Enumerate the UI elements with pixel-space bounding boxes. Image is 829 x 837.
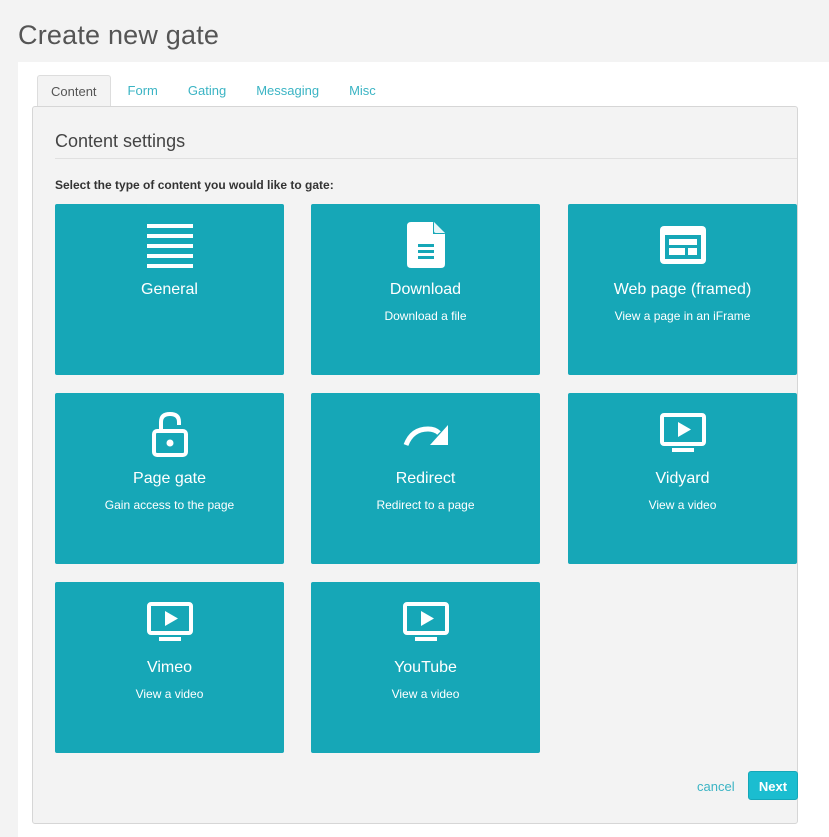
- tile-subtitle: Gain access to the page: [104, 498, 235, 512]
- tile-web-page-framed[interactable]: Web page (framed) View a page in an iFra…: [568, 204, 797, 375]
- content-settings-panel: Content settings Select the type of cont…: [32, 106, 798, 824]
- browser-window-icon: [568, 222, 797, 270]
- tile-redirect[interactable]: Redirect Redirect to a page: [311, 393, 540, 564]
- tile-subtitle: Redirect to a page: [376, 498, 475, 512]
- tile-subtitle: View a video: [391, 687, 460, 701]
- unlock-icon: [55, 411, 284, 459]
- tile-title: Vimeo: [146, 659, 193, 676]
- tile-title: Redirect: [395, 470, 456, 487]
- tile-download[interactable]: Download Download a file: [311, 204, 540, 375]
- tab-messaging[interactable]: Messaging: [243, 75, 332, 106]
- tab-form[interactable]: Form: [115, 75, 171, 106]
- tile-vidyard[interactable]: Vidyard View a video: [568, 393, 797, 564]
- tile-vimeo[interactable]: Vimeo View a video: [55, 582, 284, 753]
- tab-content[interactable]: Content: [37, 75, 111, 108]
- video-monitor-icon: [311, 600, 540, 648]
- tab-misc[interactable]: Misc: [336, 75, 389, 106]
- tile-title: YouTube: [394, 659, 457, 676]
- list-icon: [55, 222, 284, 270]
- tile-title: Vidyard: [655, 470, 710, 487]
- tab-bar: Content Form Gating Messaging Misc: [37, 75, 393, 108]
- tile-title: Download: [389, 281, 462, 298]
- video-monitor-icon: [568, 411, 797, 459]
- section-heading: Content settings: [55, 131, 797, 159]
- next-button[interactable]: Next: [748, 771, 798, 800]
- tile-general[interactable]: General: [55, 204, 284, 375]
- tile-title: General: [141, 281, 198, 298]
- tile-page-gate[interactable]: Page gate Gain access to the page: [55, 393, 284, 564]
- tab-gating[interactable]: Gating: [175, 75, 239, 106]
- tile-title: Page gate: [133, 470, 206, 487]
- redirect-arrow-icon: [311, 411, 540, 459]
- tile-subtitle: Download a file: [384, 309, 467, 323]
- tile-title: Web page (framed): [613, 281, 752, 298]
- document-icon: [311, 222, 540, 270]
- main-card: Content Form Gating Messaging Misc Conte…: [18, 62, 829, 837]
- video-monitor-icon: [55, 600, 284, 648]
- tile-youtube[interactable]: YouTube View a video: [311, 582, 540, 753]
- cancel-link[interactable]: cancel: [697, 779, 735, 794]
- page-title: Create new gate: [18, 20, 220, 50]
- tile-subtitle: View a video: [648, 498, 717, 512]
- tile-subtitle: View a video: [135, 687, 204, 701]
- instruction-text: Select the type of content you would lik…: [55, 178, 334, 192]
- tile-subtitle: View a page in an iFrame: [614, 309, 751, 323]
